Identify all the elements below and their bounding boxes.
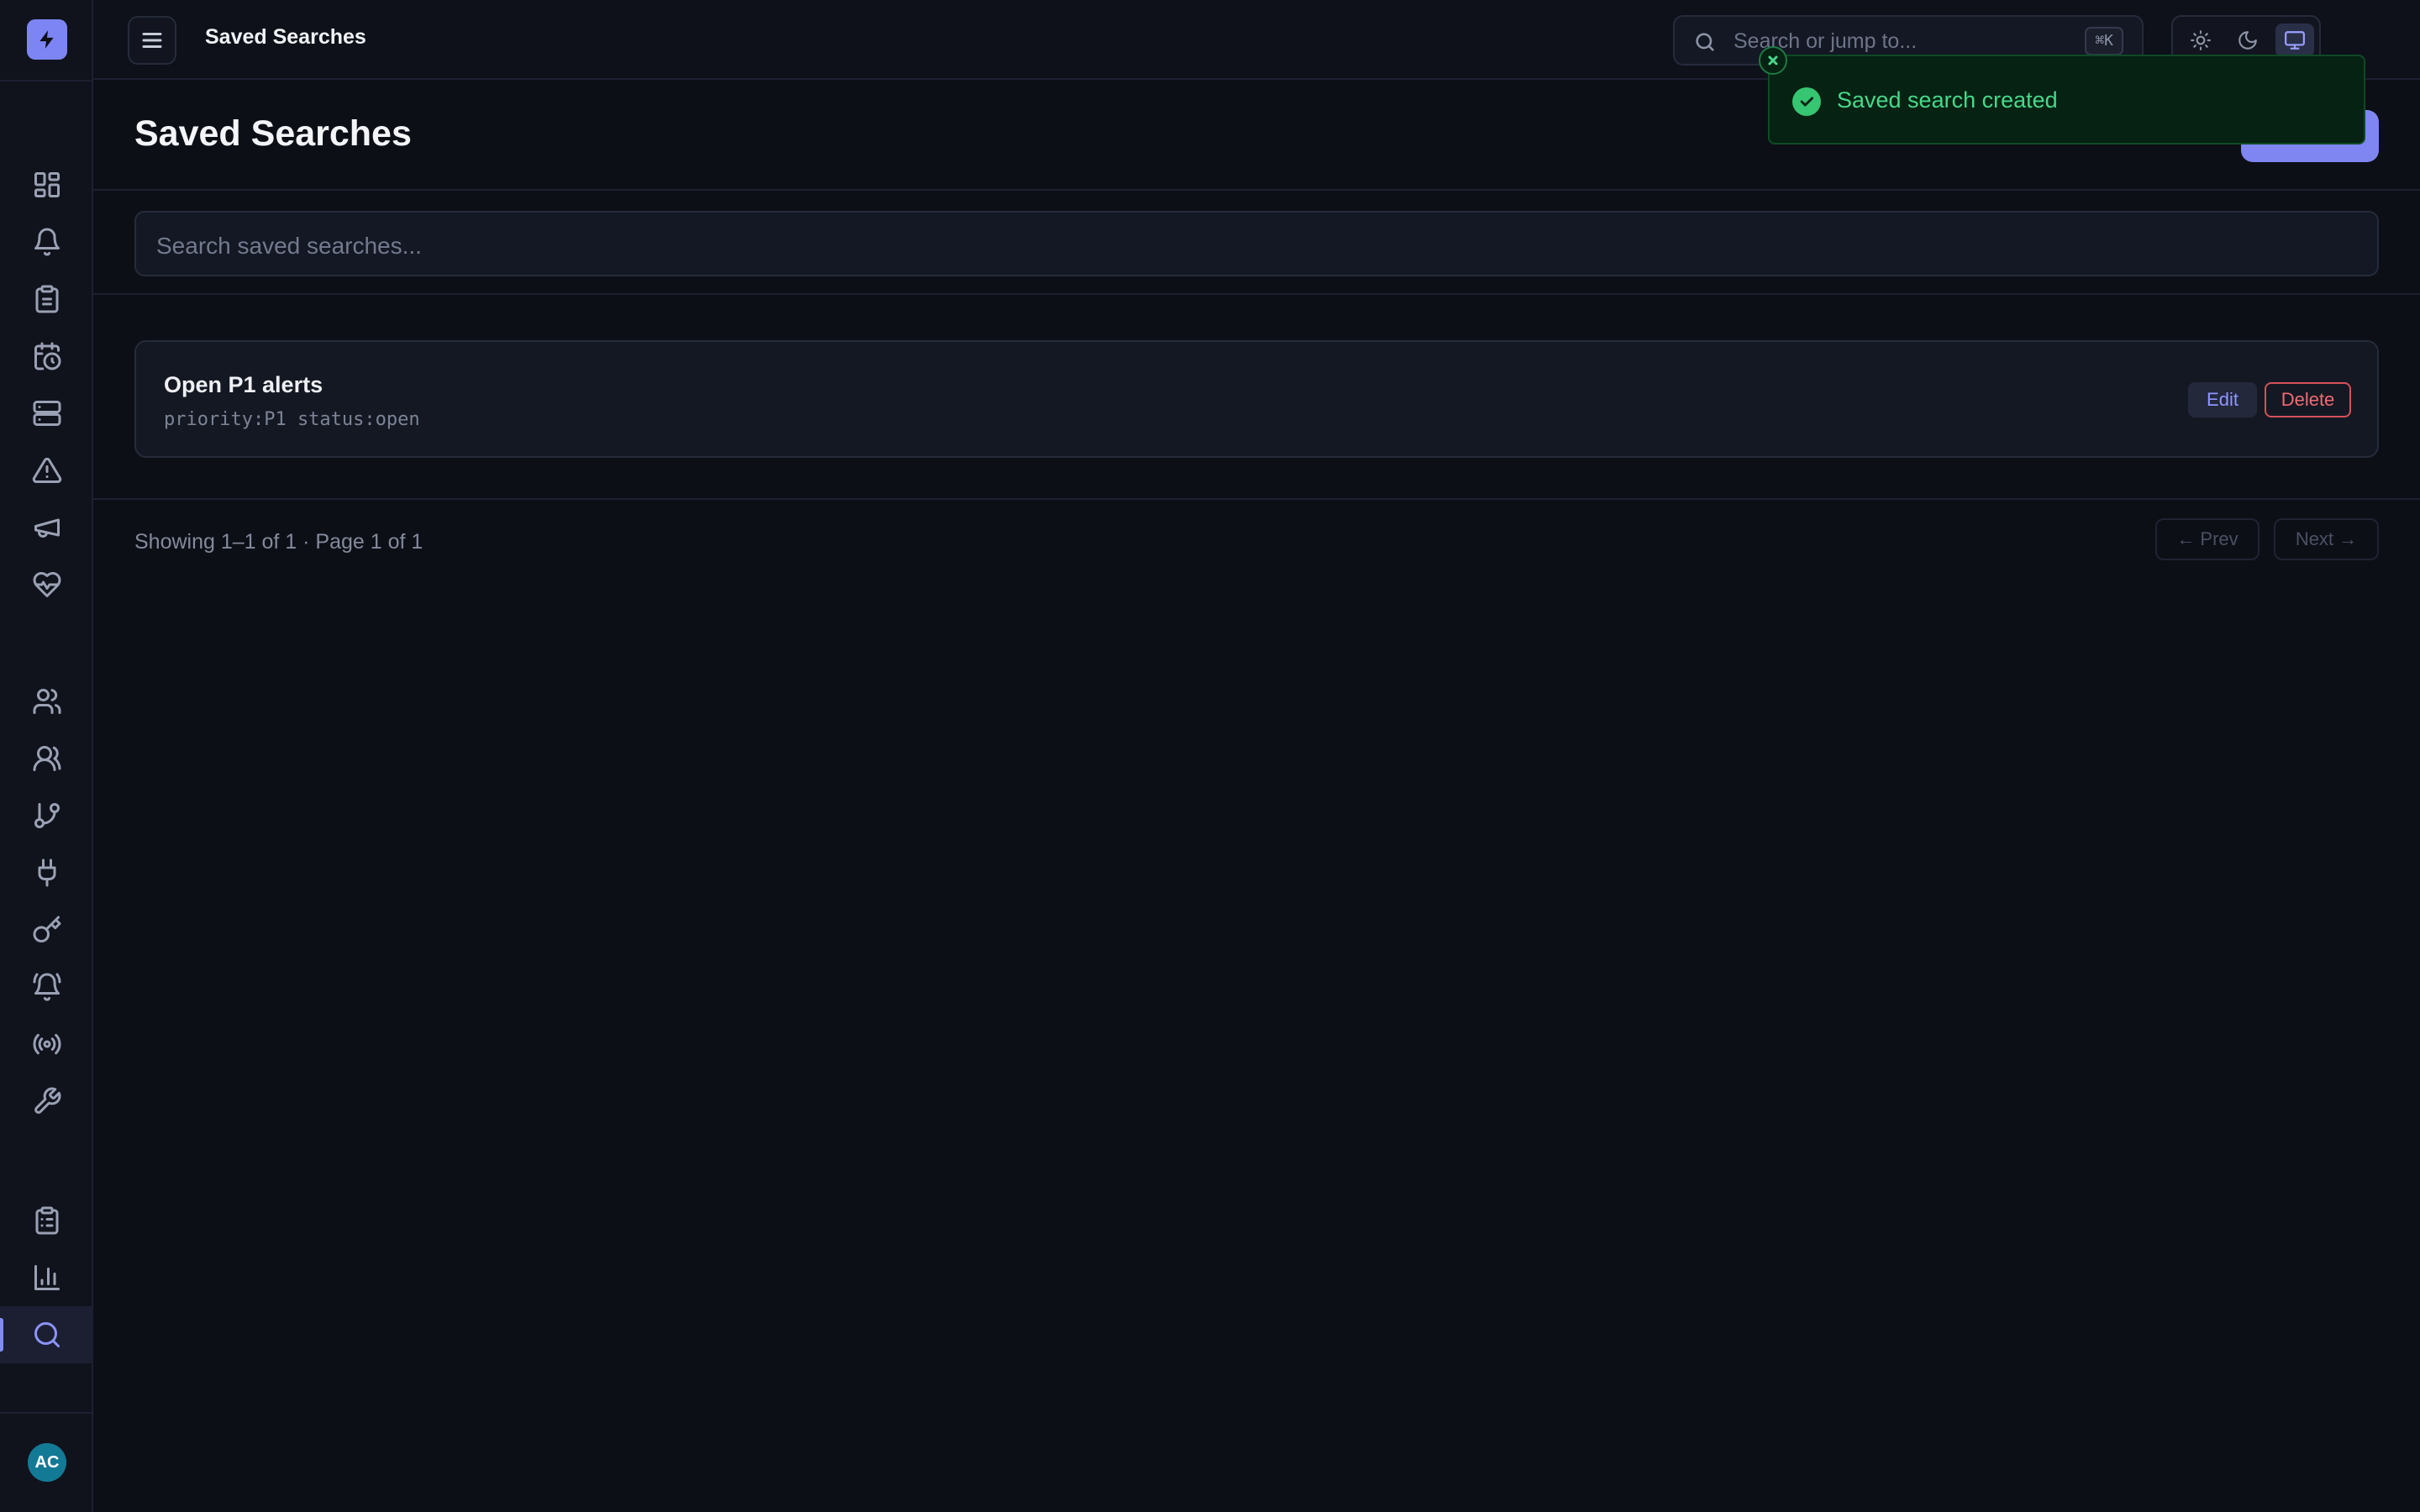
sidebar: AC — [0, 0, 93, 1512]
monitor-icon — [2285, 31, 2305, 50]
sidebar-item-workflows[interactable] — [0, 787, 93, 844]
sidebar-item-health[interactable] — [0, 556, 93, 613]
sidebar-item-users[interactable] — [0, 673, 93, 730]
saved-search-card[interactable]: Open P1 alerts priority:P1 status:open E… — [134, 340, 2379, 458]
search-shortcut-badge: ⌘K — [2085, 27, 2123, 55]
sidebar-item-settings[interactable] — [0, 1073, 93, 1130]
toast-close-button[interactable] — [1759, 46, 1787, 75]
sidebar-item-teams[interactable] — [0, 730, 93, 787]
pagination-summary: Showing 1–1 of 1 · Page 1 of 1 — [134, 530, 424, 554]
server-icon — [33, 401, 60, 426]
alert-triangle-icon — [32, 457, 61, 483]
key-icon — [33, 916, 60, 942]
moon-icon — [2238, 31, 2257, 50]
theme-dark-button[interactable] — [2228, 24, 2267, 57]
users-icon — [33, 689, 61, 714]
global-search-placeholder: Search or jump to... — [1733, 29, 1918, 53]
pagination: Showing 1–1 of 1 · Page 1 of 1 ← Prev Ne… — [93, 500, 2420, 584]
sidebar-item-reports[interactable] — [0, 1192, 93, 1249]
sidebar-item-tasks[interactable] — [0, 270, 93, 328]
heart-pulse-icon — [33, 572, 60, 597]
close-icon — [1768, 55, 1778, 66]
saved-search-list: Open P1 alerts priority:P1 status:open E… — [93, 295, 2420, 500]
bell-icon — [34, 228, 60, 256]
saved-search-query: priority:P1 status:open — [164, 409, 420, 430]
toast-notification: Saved search created — [1768, 55, 2365, 144]
search-icon — [34, 1322, 60, 1347]
main-content: Saved Searches Search saved searches... … — [93, 81, 2420, 1512]
check-circle-icon — [1792, 87, 1821, 116]
bolt-icon — [39, 30, 54, 49]
search-icon — [1693, 30, 1717, 54]
sidebar-item-notifications[interactable] — [0, 958, 93, 1016]
sun-icon — [2191, 30, 2211, 50]
sidebar-item-announcements[interactable] — [0, 499, 93, 556]
theme-system-button[interactable] — [2275, 24, 2314, 57]
theme-light-button[interactable] — [2181, 24, 2220, 57]
page-title: Saved Searches — [134, 113, 412, 154]
sidebar-item-status-pages[interactable] — [0, 1016, 93, 1073]
bar-chart-icon — [34, 1265, 60, 1290]
broadcast-icon — [32, 1033, 61, 1055]
clipboard-icon — [35, 285, 58, 313]
team-icon — [33, 746, 60, 771]
sidebar-item-schedules[interactable] — [0, 328, 93, 385]
sidebar-divider — [0, 80, 93, 81]
delete-button[interactable]: Delete — [2265, 382, 2351, 417]
edit-button[interactable]: Edit — [2188, 382, 2257, 417]
menu-toggle-button[interactable] — [128, 16, 176, 65]
sidebar-avatar[interactable]: AC — [28, 1443, 66, 1482]
app-logo[interactable] — [27, 19, 67, 60]
next-page-button[interactable]: Next → — [2274, 518, 2379, 560]
filter-placeholder: Search saved searches... — [156, 233, 422, 259]
sidebar-item-api-keys[interactable] — [0, 901, 93, 958]
calendar-clock-icon — [34, 342, 60, 370]
sidebar-item-analytics[interactable] — [0, 1249, 93, 1306]
clipboard-list-icon — [35, 1206, 58, 1235]
saved-search-name: Open P1 alerts — [164, 372, 324, 397]
sidebar-item-alerts[interactable] — [0, 213, 93, 270]
toast-message: Saved search created — [1837, 87, 2058, 113]
sidebar-item-services[interactable] — [0, 385, 93, 442]
sidebar-item-incidents[interactable] — [0, 442, 93, 499]
megaphone-icon — [34, 518, 60, 538]
sidebar-item-saved-searches[interactable] — [0, 1306, 93, 1363]
app-root: AC Saved Searches Search or jump to... ⌘… — [0, 0, 2420, 1512]
prev-page-button[interactable]: ← Prev — [2155, 518, 2260, 560]
wrench-icon — [34, 1087, 60, 1114]
plug-icon — [38, 858, 55, 887]
saved-search-filter-input[interactable]: Search saved searches... — [134, 211, 2379, 276]
bell-ring-icon — [33, 973, 60, 1001]
git-branch-icon — [34, 803, 60, 828]
sidebar-item-integrations[interactable] — [0, 844, 93, 901]
dashboard-icon — [34, 172, 60, 197]
topbar-title: Saved Searches — [205, 25, 366, 49]
hamburger-menu-icon — [142, 33, 162, 48]
sidebar-item-dashboard[interactable] — [0, 156, 93, 213]
filter-bar: Search saved searches... — [93, 191, 2420, 295]
sidebar-divider — [0, 1412, 93, 1414]
